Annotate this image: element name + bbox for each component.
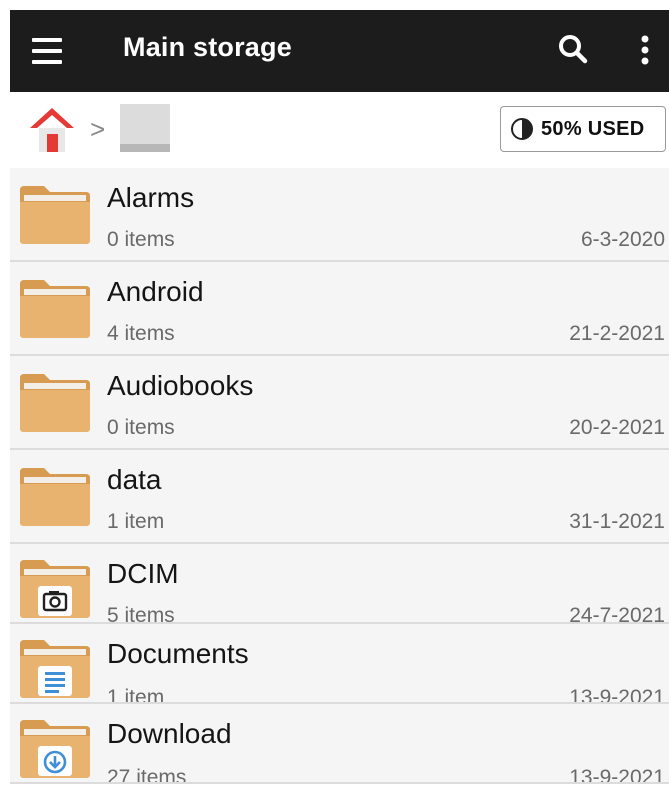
item-count: 0 items	[107, 228, 175, 251]
modified-date: 20-2-2021	[569, 416, 665, 439]
modified-date: 13-9-2021	[569, 766, 665, 789]
folder-name: data	[107, 464, 162, 495]
storage-usage-badge[interactable]: 50% USED	[500, 106, 666, 152]
list-item[interactable]: Alarms 0 items 6-3-2020	[10, 168, 669, 262]
document-icon	[38, 666, 72, 696]
list-item[interactable]: Android 4 items 21-2-2021	[10, 262, 669, 356]
folder-name: DCIM	[107, 558, 179, 589]
list-item[interactable]: Audiobooks 0 items 20-2-2021	[10, 356, 669, 450]
folder-icon	[18, 182, 92, 246]
list-item[interactable]: data 1 item 31-1-2021	[10, 450, 669, 544]
modified-date: 31-1-2021	[569, 510, 665, 533]
folder-icon	[18, 556, 92, 620]
folder-icon	[18, 636, 92, 700]
folder-icon	[18, 370, 92, 434]
folder-name: Audiobooks	[107, 370, 254, 401]
storage-usage-label: 50% USED	[541, 117, 645, 140]
row-divider	[10, 782, 669, 784]
folder-icon	[18, 464, 92, 528]
folder-name: Android	[107, 276, 204, 307]
modified-date: 6-3-2020	[580, 228, 665, 251]
download-icon	[38, 746, 72, 776]
home-icon[interactable]	[26, 104, 78, 156]
item-count: 0 items	[107, 416, 175, 439]
list-item[interactable]: DCIM 5 items 24-7-2021	[10, 544, 669, 627]
folder-icon	[18, 276, 92, 340]
list-item[interactable]: Download 27 items 13-9-2021	[10, 704, 669, 789]
breadcrumb: > 50% USED	[10, 92, 669, 166]
breadcrumb-separator: >	[90, 114, 106, 144]
page-title: Main storage	[123, 32, 292, 62]
folder-name: Documents	[107, 638, 249, 669]
item-count: 1 item	[107, 510, 165, 533]
folder-name: Download	[107, 718, 232, 749]
item-count: 27 items	[107, 766, 187, 789]
camera-icon	[38, 586, 72, 616]
more-vert-icon[interactable]	[630, 30, 660, 70]
folder-icon	[18, 716, 92, 780]
half-circle-icon	[511, 118, 533, 140]
modified-date: 21-2-2021	[569, 322, 665, 345]
folder-name: Alarms	[107, 182, 195, 213]
list-item[interactable]: Documents 1 item 13-9-2021	[10, 624, 669, 709]
top-app-bar: Main storage	[10, 10, 669, 92]
item-count: 4 items	[107, 322, 175, 345]
file-manager-screen: Main storage > 50% USED Alarms 0 items 6…	[0, 0, 669, 789]
hamburger-menu-icon[interactable]	[28, 34, 64, 70]
search-icon[interactable]	[554, 30, 594, 70]
storage-drive-icon[interactable]	[118, 102, 172, 156]
